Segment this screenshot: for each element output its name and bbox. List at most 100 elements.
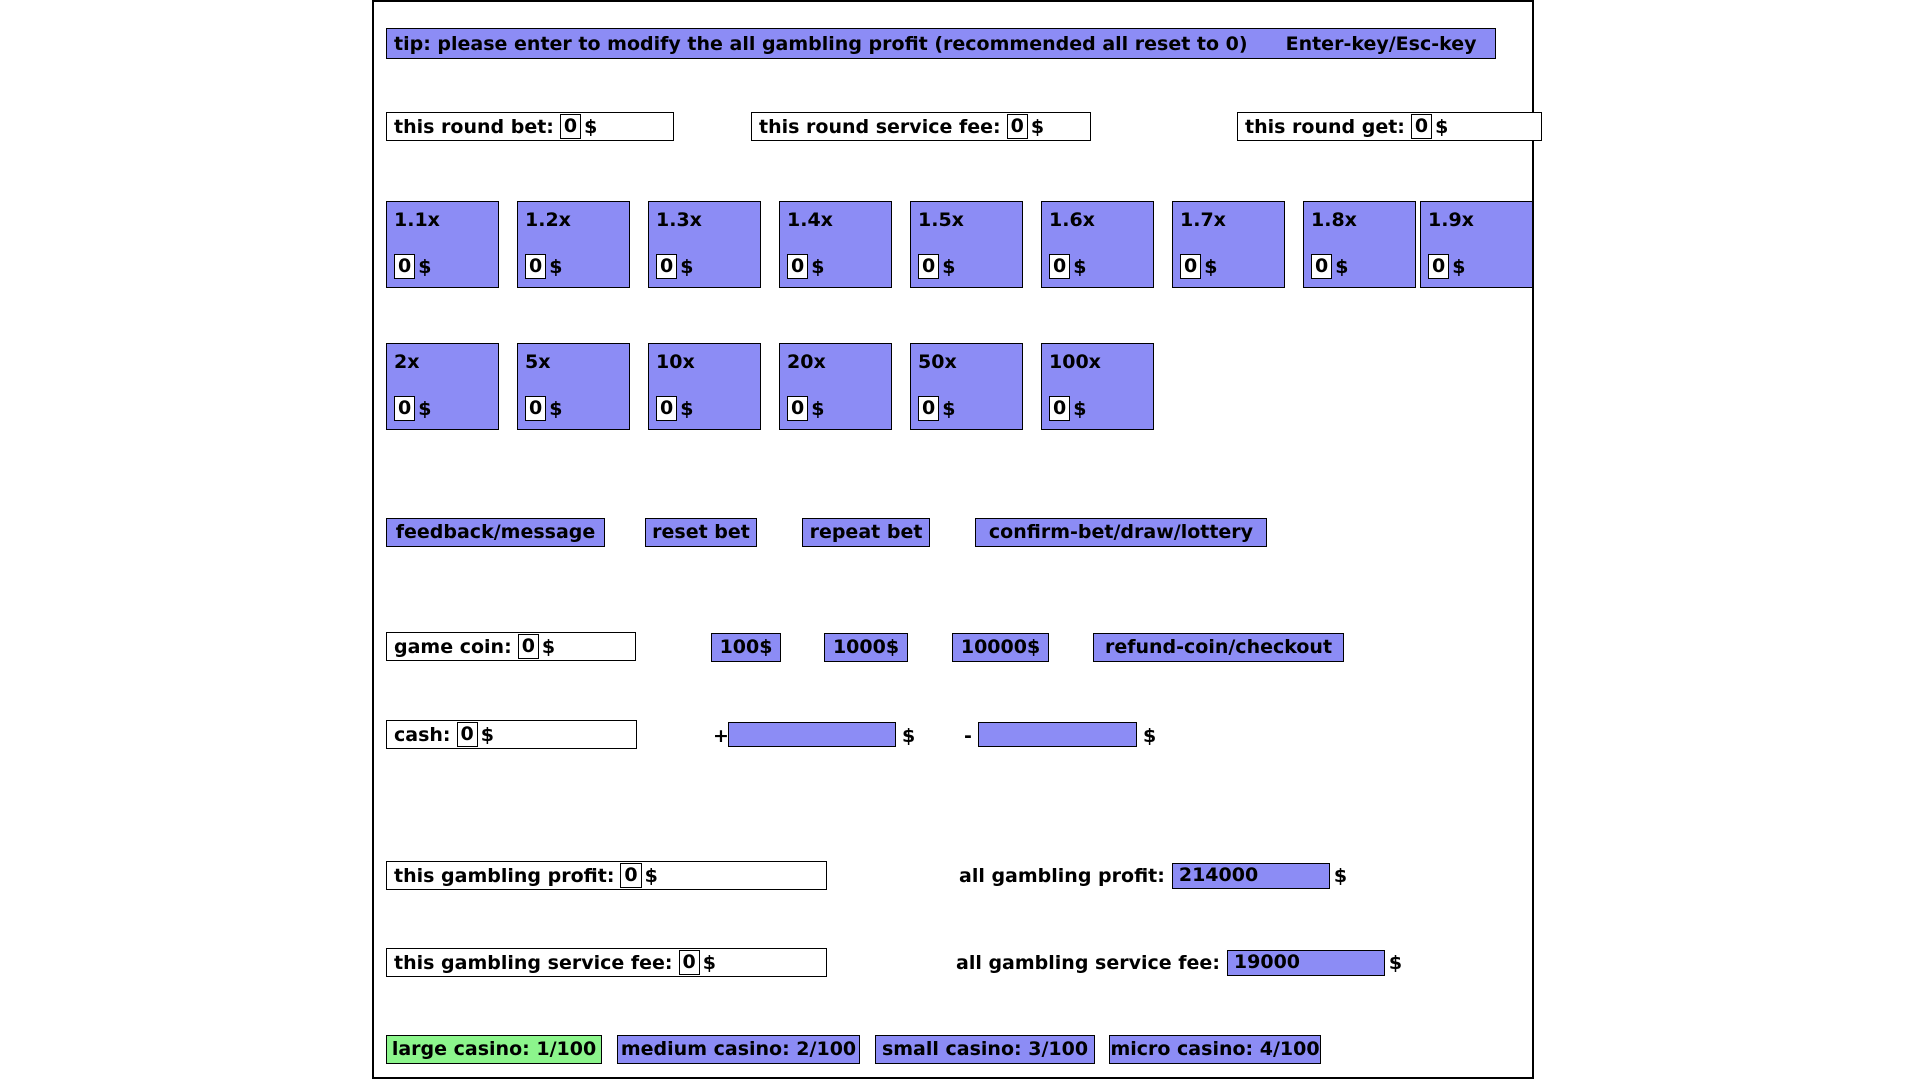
multiplier-label: 1.2x bbox=[525, 209, 571, 231]
all-gambling-profit-value[interactable]: 214000 bbox=[1171, 862, 1330, 889]
multiplier-tile-5x[interactable]: 5x 0 $ bbox=[517, 343, 630, 430]
this-gambling-service-fee-field[interactable]: this gambling service fee: 0 $ bbox=[386, 948, 827, 977]
all-gambling-service-fee-label: all gambling service fee: bbox=[956, 951, 1220, 974]
add-10000-button[interactable]: 10000$ bbox=[952, 633, 1049, 662]
multiplier-amount[interactable]: 0 $ bbox=[918, 396, 955, 421]
multiplier-amount-unit: $ bbox=[1452, 255, 1466, 278]
multiplier-label: 1.9x bbox=[1428, 209, 1474, 231]
multiplier-label: 100x bbox=[1049, 351, 1101, 373]
this-gambling-profit-label: this gambling profit: bbox=[394, 864, 615, 887]
cash-field[interactable]: cash: 0 $ bbox=[386, 720, 637, 749]
this-gambling-service-fee-value[interactable]: 0 bbox=[678, 950, 700, 975]
this-round-bet-value[interactable]: 0 bbox=[559, 114, 582, 139]
all-gambling-profit-unit: $ bbox=[1333, 864, 1348, 887]
multiplier-amount-value[interactable]: 0 bbox=[394, 396, 416, 421]
multiplier-amount[interactable]: 0 $ bbox=[656, 254, 693, 279]
multiplier-amount-value[interactable]: 0 bbox=[918, 254, 940, 279]
multiplier-tile-1.1x[interactable]: 1.1x 0 $ bbox=[386, 201, 499, 288]
multiplier-amount-unit: $ bbox=[418, 397, 432, 420]
casino-option-large[interactable]: large casino: 1/100 bbox=[386, 1035, 602, 1064]
multiplier-amount-value[interactable]: 0 bbox=[787, 254, 809, 279]
cash-withdraw-input[interactable] bbox=[978, 722, 1137, 747]
multiplier-amount[interactable]: 0 $ bbox=[394, 396, 431, 421]
multiplier-amount-value[interactable]: 0 bbox=[1311, 254, 1333, 279]
multiplier-amount-unit: $ bbox=[680, 255, 694, 278]
multiplier-amount[interactable]: 0 $ bbox=[787, 396, 824, 421]
multiplier-label: 1.7x bbox=[1180, 209, 1226, 231]
multiplier-tile-100x[interactable]: 100x 0 $ bbox=[1041, 343, 1154, 430]
multiplier-amount-value[interactable]: 0 bbox=[1049, 396, 1071, 421]
this-gambling-profit-field[interactable]: this gambling profit: 0 $ bbox=[386, 861, 827, 890]
cash-deposit-unit: $ bbox=[902, 725, 916, 747]
this-gambling-profit-value[interactable]: 0 bbox=[620, 863, 642, 888]
multiplier-label: 2x bbox=[394, 351, 420, 373]
add-100-button[interactable]: 100$ bbox=[711, 633, 781, 662]
this-round-bet-field[interactable]: this round bet: 0 $ bbox=[386, 112, 674, 141]
cash-minus-sign: - bbox=[964, 725, 972, 747]
multiplier-label: 1.1x bbox=[394, 209, 440, 231]
multiplier-amount-value[interactable]: 0 bbox=[656, 254, 678, 279]
multiplier-tile-20x[interactable]: 20x 0 $ bbox=[779, 343, 892, 430]
multiplier-amount-value[interactable]: 0 bbox=[918, 396, 940, 421]
multiplier-tile-10x[interactable]: 10x 0 $ bbox=[648, 343, 761, 430]
multiplier-amount-value[interactable]: 0 bbox=[787, 396, 809, 421]
repeat-bet-button[interactable]: repeat bet bbox=[802, 518, 930, 547]
casino-option-medium[interactable]: medium casino: 2/100 bbox=[617, 1035, 860, 1064]
this-round-get-field[interactable]: this round get: 0 $ bbox=[1237, 112, 1542, 141]
all-gambling-service-fee-value[interactable]: 19000 bbox=[1226, 949, 1385, 976]
multiplier-tile-1.2x[interactable]: 1.2x 0 $ bbox=[517, 201, 630, 288]
multiplier-amount[interactable]: 0 $ bbox=[1049, 254, 1086, 279]
refund-coin-checkout-button[interactable]: refund-coin/checkout bbox=[1093, 633, 1344, 662]
multiplier-amount-value[interactable]: 0 bbox=[1428, 254, 1450, 279]
multiplier-tile-1.8x[interactable]: 1.8x 0 $ bbox=[1303, 201, 1416, 288]
multiplier-amount[interactable]: 0 $ bbox=[1311, 254, 1348, 279]
multiplier-tile-1.7x[interactable]: 1.7x 0 $ bbox=[1172, 201, 1285, 288]
casino-option-small[interactable]: small casino: 3/100 bbox=[875, 1035, 1095, 1064]
multiplier-amount[interactable]: 0 $ bbox=[1049, 396, 1086, 421]
casino-option-micro[interactable]: micro casino: 4/100 bbox=[1109, 1035, 1321, 1064]
multiplier-amount-value[interactable]: 0 bbox=[1049, 254, 1071, 279]
multiplier-tile-1.5x[interactable]: 1.5x 0 $ bbox=[910, 201, 1023, 288]
multiplier-label: 1.4x bbox=[787, 209, 833, 231]
cash-deposit-input[interactable] bbox=[728, 722, 896, 747]
multiplier-amount[interactable]: 0 $ bbox=[918, 254, 955, 279]
game-coin-field[interactable]: game coin: 0 $ bbox=[386, 632, 636, 661]
multiplier-amount-value[interactable]: 0 bbox=[1180, 254, 1202, 279]
tip-keys-hint: Enter-key/Esc-key bbox=[1285, 32, 1477, 55]
multiplier-amount-value[interactable]: 0 bbox=[656, 396, 678, 421]
this-round-service-fee-label: this round service fee: bbox=[759, 115, 1001, 138]
multiplier-amount[interactable]: 0 $ bbox=[787, 254, 824, 279]
multiplier-tile-2x[interactable]: 2x 0 $ bbox=[386, 343, 499, 430]
multiplier-tile-1.4x[interactable]: 1.4x 0 $ bbox=[779, 201, 892, 288]
multiplier-label: 50x bbox=[918, 351, 957, 373]
this-round-get-value[interactable]: 0 bbox=[1410, 114, 1433, 139]
reset-bet-button[interactable]: reset bet bbox=[645, 518, 757, 547]
multiplier-amount-unit: $ bbox=[942, 397, 956, 420]
tip-banner: tip: please enter to modify the all gamb… bbox=[386, 28, 1496, 59]
multiplier-amount-value[interactable]: 0 bbox=[525, 396, 547, 421]
multiplier-amount[interactable]: 0 $ bbox=[656, 396, 693, 421]
multiplier-tile-1.3x[interactable]: 1.3x 0 $ bbox=[648, 201, 761, 288]
cash-value[interactable]: 0 bbox=[456, 722, 478, 747]
multiplier-amount[interactable]: 0 $ bbox=[1180, 254, 1217, 279]
multiplier-amount-unit: $ bbox=[811, 255, 825, 278]
multiplier-tile-1.6x[interactable]: 1.6x 0 $ bbox=[1041, 201, 1154, 288]
multiplier-amount[interactable]: 0 $ bbox=[525, 254, 562, 279]
multiplier-amount[interactable]: 0 $ bbox=[1428, 254, 1465, 279]
multiplier-amount[interactable]: 0 $ bbox=[394, 254, 431, 279]
multiplier-amount-value[interactable]: 0 bbox=[394, 254, 416, 279]
multiplier-tile-1.9x[interactable]: 1.9x 0 $ bbox=[1420, 201, 1533, 288]
game-coin-value[interactable]: 0 bbox=[517, 634, 539, 659]
this-round-service-fee-field[interactable]: this round service fee: 0 $ bbox=[751, 112, 1091, 141]
this-round-service-fee-value[interactable]: 0 bbox=[1006, 114, 1028, 139]
multiplier-amount[interactable]: 0 $ bbox=[525, 396, 562, 421]
add-1000-button[interactable]: 1000$ bbox=[824, 633, 908, 662]
multiplier-label: 1.3x bbox=[656, 209, 702, 231]
multiplier-tile-50x[interactable]: 50x 0 $ bbox=[910, 343, 1023, 430]
this-round-service-fee-unit: $ bbox=[1030, 115, 1045, 138]
confirm-bet-draw-lottery-button[interactable]: confirm-bet/draw/lottery bbox=[975, 518, 1267, 547]
this-gambling-profit-unit: $ bbox=[644, 864, 658, 887]
multiplier-amount-value[interactable]: 0 bbox=[525, 254, 547, 279]
feedback-message-button[interactable]: feedback/message bbox=[386, 518, 605, 547]
multiplier-amount-unit: $ bbox=[811, 397, 825, 420]
